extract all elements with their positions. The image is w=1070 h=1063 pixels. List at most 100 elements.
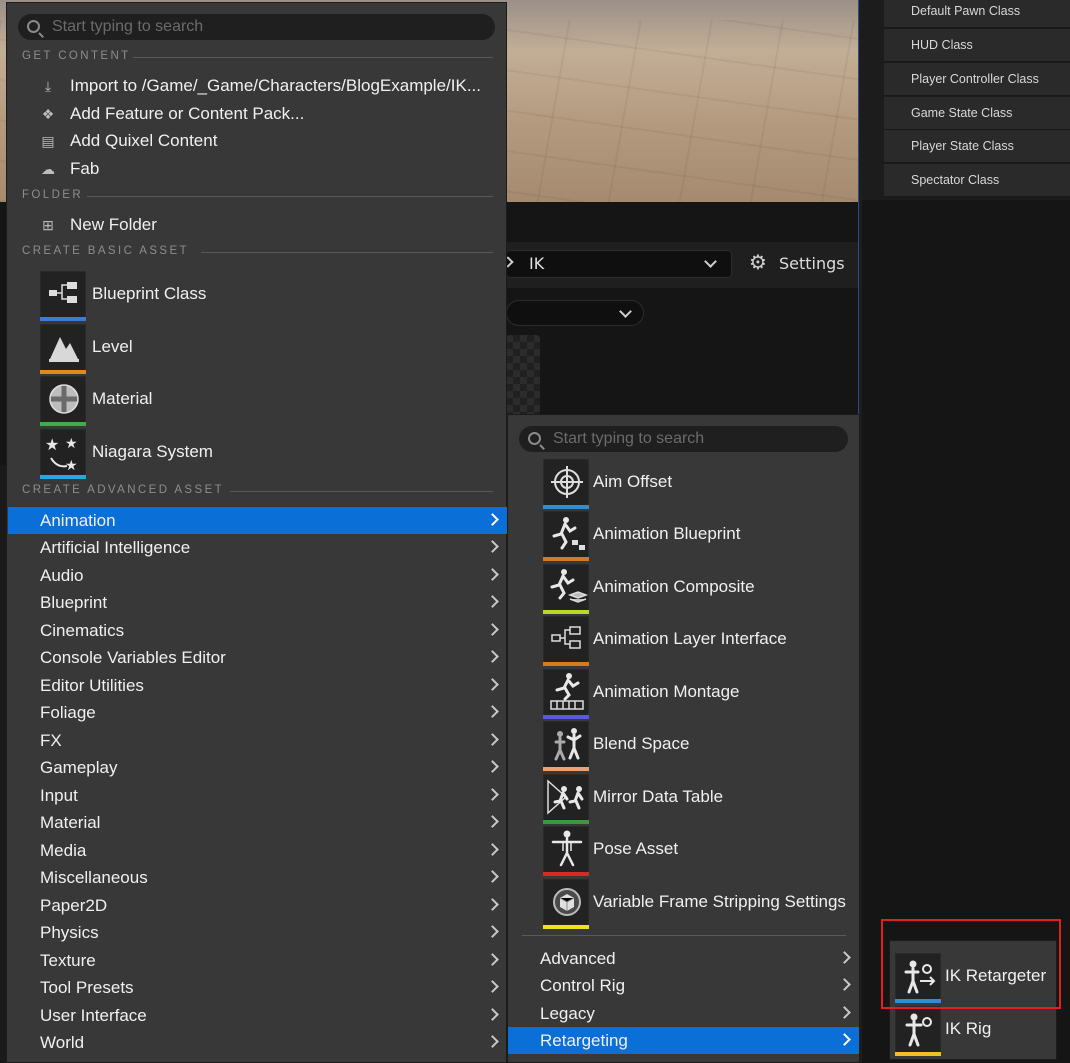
animation-layer-interface-icon xyxy=(543,616,589,664)
category-animation[interactable]: Animation xyxy=(8,507,507,534)
category-label: Console Variables Editor xyxy=(40,644,226,671)
category-label: Miscellaneous xyxy=(40,864,148,891)
category-world[interactable]: World xyxy=(8,1029,507,1056)
filter-dropdown[interactable] xyxy=(506,300,644,326)
animation-layer-interface-menu-item[interactable]: Animation Layer Interface xyxy=(543,616,859,666)
category-label: Audio xyxy=(40,562,83,589)
fab-menu-item[interactable]: ☁ Fab xyxy=(9,155,506,182)
category-fx[interactable]: FX xyxy=(8,727,507,754)
pose-asset-menu-item[interactable]: Pose Asset xyxy=(543,826,859,876)
import-icon: ⤓ xyxy=(40,78,56,94)
category-blueprint[interactable]: Blueprint xyxy=(8,589,507,616)
category-paper2d[interactable]: Paper2D xyxy=(8,892,507,919)
chevron-right-icon xyxy=(486,513,499,526)
section-header: CREATE BASIC ASSET xyxy=(22,245,189,257)
pose-asset-icon xyxy=(543,826,589,874)
category-cinematics[interactable]: Cinematics xyxy=(8,617,507,644)
level-menu-item[interactable]: Level xyxy=(40,324,500,374)
material-menu-item[interactable]: Material xyxy=(40,376,500,426)
game-mode-row[interactable]: Spectator Class xyxy=(884,164,1070,197)
blueprint-icon xyxy=(40,271,86,319)
menu-item-label: Add Feature or Content Pack... xyxy=(70,100,304,127)
subcategory-advanced[interactable]: Advanced xyxy=(508,945,859,972)
category-user-interface[interactable]: User Interface xyxy=(8,1002,507,1029)
search-input[interactable]: Start typing to search xyxy=(18,14,495,40)
game-mode-row[interactable]: Player State Class xyxy=(884,130,1070,163)
category-editor-utilities[interactable]: Editor Utilities xyxy=(8,672,507,699)
category-label: Paper2D xyxy=(40,892,107,919)
category-label: Tool Presets xyxy=(40,974,134,1001)
category-tool-presets[interactable]: Tool Presets xyxy=(8,974,507,1001)
category-miscellaneous[interactable]: Miscellaneous xyxy=(8,864,507,891)
chevron-right-icon xyxy=(486,595,499,608)
section-divider xyxy=(201,252,493,253)
chevron-right-icon xyxy=(486,815,499,828)
niagara-icon: ★★★ xyxy=(40,429,86,477)
animation-montage-menu-item[interactable]: Animation Montage xyxy=(543,669,859,719)
aim-offset-menu-item[interactable]: Aim Offset xyxy=(543,459,859,509)
animation-blueprint-menu-item[interactable]: Animation Blueprint xyxy=(543,511,859,561)
world-settings-panel: Default Pawn Class HUD Class Player Cont… xyxy=(862,0,1070,200)
search-input[interactable]: Start typing to search xyxy=(519,426,848,452)
menu-item-label: New Folder xyxy=(70,211,157,238)
import-menu-item[interactable]: ⤓ Import to /Game/_Game/Characters/BlogE… xyxy=(9,72,506,99)
category-input[interactable]: Input xyxy=(8,782,507,809)
subcategory-control-rig[interactable]: Control Rig xyxy=(508,972,859,999)
asset-label: Animation Blueprint xyxy=(593,524,740,544)
asset-color-bar xyxy=(543,872,589,876)
new-folder-menu-item[interactable]: ⊞ New Folder xyxy=(9,211,506,238)
asset-color-bar xyxy=(40,422,86,426)
category-artificial-intelligence[interactable]: Artificial Intelligence xyxy=(8,534,507,561)
add-feature-pack-menu-item[interactable]: ❖ Add Feature or Content Pack... xyxy=(9,100,506,127)
category-physics[interactable]: Physics xyxy=(8,919,507,946)
settings-button[interactable]: ⚙ Settings xyxy=(746,250,854,278)
chevron-right-icon xyxy=(838,978,851,991)
category-label: Physics xyxy=(40,919,99,946)
variable-frame-stripping-settings-menu-item[interactable]: Variable Frame Stripping Settings xyxy=(543,879,859,929)
blend-space-icon xyxy=(543,721,589,769)
animation-blueprint-icon xyxy=(543,511,589,559)
asset-color-bar xyxy=(543,557,589,561)
subcategory-retargeting[interactable]: Retargeting xyxy=(508,1027,859,1054)
asset-label: Material xyxy=(92,389,152,409)
category-label: FX xyxy=(40,727,62,754)
asset-color-bar xyxy=(543,610,589,614)
category-media[interactable]: Media xyxy=(8,837,507,864)
add-new-menu: Start typing to search GET CONTENT ⤓ Imp… xyxy=(6,2,507,1063)
breadcrumb-segment[interactable]: IK xyxy=(529,254,544,273)
section-divider xyxy=(522,935,846,936)
asset-color-bar xyxy=(40,370,86,374)
animation-composite-menu-item[interactable]: Animation Composite xyxy=(543,564,859,614)
game-mode-row[interactable]: Default Pawn Class xyxy=(884,0,1070,28)
add-quixel-content-menu-item[interactable]: ▤ Add Quixel Content xyxy=(9,127,506,154)
section-divider xyxy=(133,57,493,58)
svg-text:★: ★ xyxy=(65,436,78,452)
mirror-data-table-menu-item[interactable]: Mirror Data Table xyxy=(543,774,859,824)
category-material[interactable]: Material xyxy=(8,809,507,836)
subcategory-label: Control Rig xyxy=(540,972,625,999)
subcategory-legacy[interactable]: Legacy xyxy=(508,1000,859,1027)
category-console-variables-editor[interactable]: Console Variables Editor xyxy=(8,644,507,671)
asset-label: IK Rig xyxy=(945,1019,991,1039)
subcategory-label: Legacy xyxy=(540,1000,595,1027)
chevron-right-icon xyxy=(486,980,499,993)
game-mode-row[interactable]: HUD Class xyxy=(884,29,1070,62)
category-gameplay[interactable]: Gameplay xyxy=(8,754,507,781)
ik-rig-menu-item[interactable]: IK Rig xyxy=(895,1006,1055,1056)
section-divider xyxy=(87,196,493,197)
game-mode-row[interactable]: Game State Class xyxy=(884,97,1070,130)
niagara-system-menu-item[interactable]: ★★★ Niagara System xyxy=(40,429,500,479)
blend-space-menu-item[interactable]: Blend Space xyxy=(543,721,859,771)
game-mode-row[interactable]: Player Controller Class xyxy=(884,63,1070,96)
category-label: Cinematics xyxy=(40,617,124,644)
category-texture[interactable]: Texture xyxy=(8,947,507,974)
chevron-right-icon xyxy=(486,870,499,883)
category-foliage[interactable]: Foliage xyxy=(8,699,507,726)
category-audio[interactable]: Audio xyxy=(8,562,507,589)
chevron-right-icon xyxy=(838,951,851,964)
fab-icon: ☁ xyxy=(40,161,56,177)
asset-label: Animation Layer Interface xyxy=(593,629,787,649)
settings-label: Settings xyxy=(779,254,845,273)
asset-thumbnail[interactable] xyxy=(506,335,540,415)
blueprint-class-menu-item[interactable]: Blueprint Class xyxy=(40,271,500,321)
